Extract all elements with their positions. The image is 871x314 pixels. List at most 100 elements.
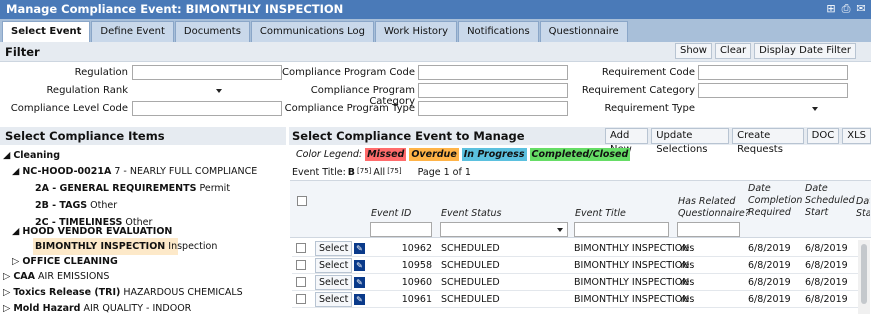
tab-work-history[interactable]: Work History <box>375 21 458 42</box>
tree-item-mold[interactable]: ▷ Mold Hazard AIR QUALITY - INDOOR <box>3 303 191 314</box>
tab-questionnaire[interactable]: Questionnaire <box>539 21 628 42</box>
tree-item-caa[interactable]: ▷ CAA AIR EMISSIONS <box>3 271 109 282</box>
legend-completed: Completed/Closed <box>529 148 631 161</box>
date-completion-required: 6/8/2019 <box>748 243 791 254</box>
collapsed-icon[interactable]: ▷ <box>3 287 13 298</box>
table-row[interactable]: Select ✎ 10960 SCHEDULED BIMONTHLY INSPECTIO… <box>292 274 858 291</box>
regulation-rank-label: Regulation Rank <box>46 85 128 96</box>
legend-missed: Missed <box>365 148 407 161</box>
event-title: BIMONTHLY INSPECTION <box>574 243 690 254</box>
row-checkbox[interactable] <box>296 277 306 287</box>
program-category-field[interactable] <box>418 83 568 98</box>
edit-icon[interactable]: ✎ <box>354 294 365 305</box>
event-title-filter-input[interactable] <box>574 222 669 237</box>
doc-button[interactable]: DOC <box>806 128 840 144</box>
show-button[interactable]: Show <box>674 43 712 59</box>
scrollbar-thumb[interactable] <box>861 244 867 304</box>
col-event-title[interactable]: Event Title <box>575 208 626 219</box>
requirement-code-field[interactable] <box>698 65 848 80</box>
window-title: Manage Compliance Event: BIMONTHLY INSPE… <box>0 0 871 19</box>
update-selections-button[interactable]: Update Selections <box>651 128 730 155</box>
tab-define-event[interactable]: Define Event <box>91 21 174 42</box>
event-id-filter[interactable] <box>370 222 432 237</box>
regulation-label: Regulation <box>74 67 128 78</box>
event-id: 10960 <box>401 277 432 288</box>
edit-icon[interactable]: ✎ <box>354 243 365 254</box>
date-scheduled-start: 6/8/2019 <box>805 294 848 305</box>
tree-item-tri[interactable]: ▷ Toxics Release (TRI) HAZARDOUS CHEMICA… <box>3 287 243 298</box>
legend-in-progress: In Progress <box>461 148 527 161</box>
event-status: SCHEDULED <box>441 294 500 305</box>
select-row-button[interactable]: Select <box>315 241 353 256</box>
window-icons: ⊞ ⎙ ✉ <box>825 3 867 15</box>
program-type-field[interactable] <box>418 101 568 116</box>
requirement-type-label: Requirement Type <box>604 103 695 114</box>
scrollbar[interactable] <box>858 240 870 314</box>
tree-item-bimonthly[interactable]: BIMONTHLY INSPECTION Inspection <box>35 241 217 252</box>
col-date-started[interactable]: Dat Sta <box>856 196 870 220</box>
requirement-type-select[interactable] <box>698 101 822 116</box>
tab-notifications[interactable]: Notifications <box>458 21 539 42</box>
has-questionnaire: Yes <box>679 243 695 254</box>
table-row[interactable]: Select ✎ 10961 SCHEDULED BIMONTHLY INSPECTIO… <box>292 291 858 308</box>
expanded-icon[interactable]: ◢ <box>12 226 22 237</box>
compliance-level-code-field[interactable] <box>132 101 282 116</box>
tree-item-2a[interactable]: 2A - GENERAL REQUIREMENTS Permit <box>35 183 230 194</box>
requirement-code-label: Requirement Code <box>601 67 695 78</box>
create-requests-button[interactable]: Create Requests <box>732 128 804 155</box>
regulation-field[interactable] <box>132 65 282 80</box>
row-checkbox[interactable] <box>296 260 306 270</box>
event-status-filter[interactable] <box>440 222 568 237</box>
left-pane-title: Select Compliance Items <box>5 129 165 143</box>
xls-button[interactable]: XLS <box>842 128 871 144</box>
col-event-id[interactable]: Event ID <box>371 208 411 219</box>
row-checkbox[interactable] <box>296 243 306 253</box>
edit-icon[interactable]: ✎ <box>354 277 365 288</box>
clear-button[interactable]: Clear <box>714 43 752 59</box>
tab-select-event[interactable]: Select Event <box>2 21 91 42</box>
filter-b-link[interactable]: B <box>348 167 355 178</box>
tree-item-hood-vendor[interactable]: ◢ HOOD VENDOR EVALUATION <box>12 226 172 237</box>
date-completion-required: 6/8/2019 <box>748 294 791 305</box>
event-title: BIMONTHLY INSPECTION <box>574 277 690 288</box>
expanded-icon[interactable]: ◢ <box>3 150 13 161</box>
print-icon[interactable]: ⎙ <box>840 3 852 15</box>
tab-documents[interactable]: Documents <box>174 21 250 42</box>
edit-icon[interactable]: ✎ <box>354 260 365 271</box>
col-event-status[interactable]: Event Status <box>441 208 502 219</box>
regulation-rank-select[interactable] <box>132 83 226 98</box>
col-date-completion[interactable]: Date Completion Required <box>748 183 802 219</box>
col-date-scheduled[interactable]: Date Scheduled Start <box>805 183 855 219</box>
tree-item-nc-hood[interactable]: ◢ NC-HOOD-0021A 7 - NEARLY FULL COMPLIAN… <box>12 166 257 177</box>
row-checkbox[interactable] <box>296 294 306 304</box>
event-id: 10962 <box>401 243 432 254</box>
questionnaire-filter[interactable] <box>677 222 740 237</box>
filter-all-link[interactable]: All <box>373 167 385 178</box>
tree-item-2b[interactable]: 2B - TAGS Other <box>35 200 117 211</box>
event-status: SCHEDULED <box>441 260 500 271</box>
color-legend-label: Color Legend: <box>296 149 363 160</box>
tab-communications-log[interactable]: Communications Log <box>250 21 374 42</box>
collapsed-icon[interactable]: ▷ <box>12 256 22 267</box>
select-row-button[interactable]: Select <box>315 258 353 273</box>
program-code-field[interactable] <box>418 65 568 80</box>
col-has-questionnaire[interactable]: Has Related Questionnaire? <box>678 196 750 220</box>
add-new-button[interactable]: Add New <box>605 128 649 155</box>
add-icon[interactable]: ⊞ <box>825 3 837 15</box>
tree-item-cleaning[interactable]: ◢ Cleaning <box>3 150 60 161</box>
collapsed-icon[interactable]: ▷ <box>3 303 13 314</box>
date-scheduled-start: 6/8/2019 <box>805 277 848 288</box>
select-row-button[interactable]: Select <box>315 275 353 290</box>
filter-title: Filter <box>5 45 40 59</box>
collapsed-icon[interactable]: ▷ <box>3 271 13 282</box>
requirement-category-field[interactable] <box>698 83 848 98</box>
select-all-checkbox[interactable] <box>297 196 307 206</box>
display-date-filter-button[interactable]: Display Date Filter <box>754 43 856 59</box>
table-row[interactable]: Select ✎ 10962 SCHEDULED BIMONTHLY INSPECTIO… <box>292 240 858 257</box>
expanded-icon[interactable]: ◢ <box>12 166 22 177</box>
select-row-button[interactable]: Select <box>315 292 353 307</box>
mail-icon[interactable]: ✉ <box>855 3 867 15</box>
table-row[interactable]: Select ✎ 10958 SCHEDULED BIMONTHLY INSPECTIO… <box>292 257 858 274</box>
tree-item-office-cleaning[interactable]: ▷ OFFICE CLEANING <box>12 256 118 267</box>
tab-bar: Select Event Define Event Documents Comm… <box>0 19 871 42</box>
